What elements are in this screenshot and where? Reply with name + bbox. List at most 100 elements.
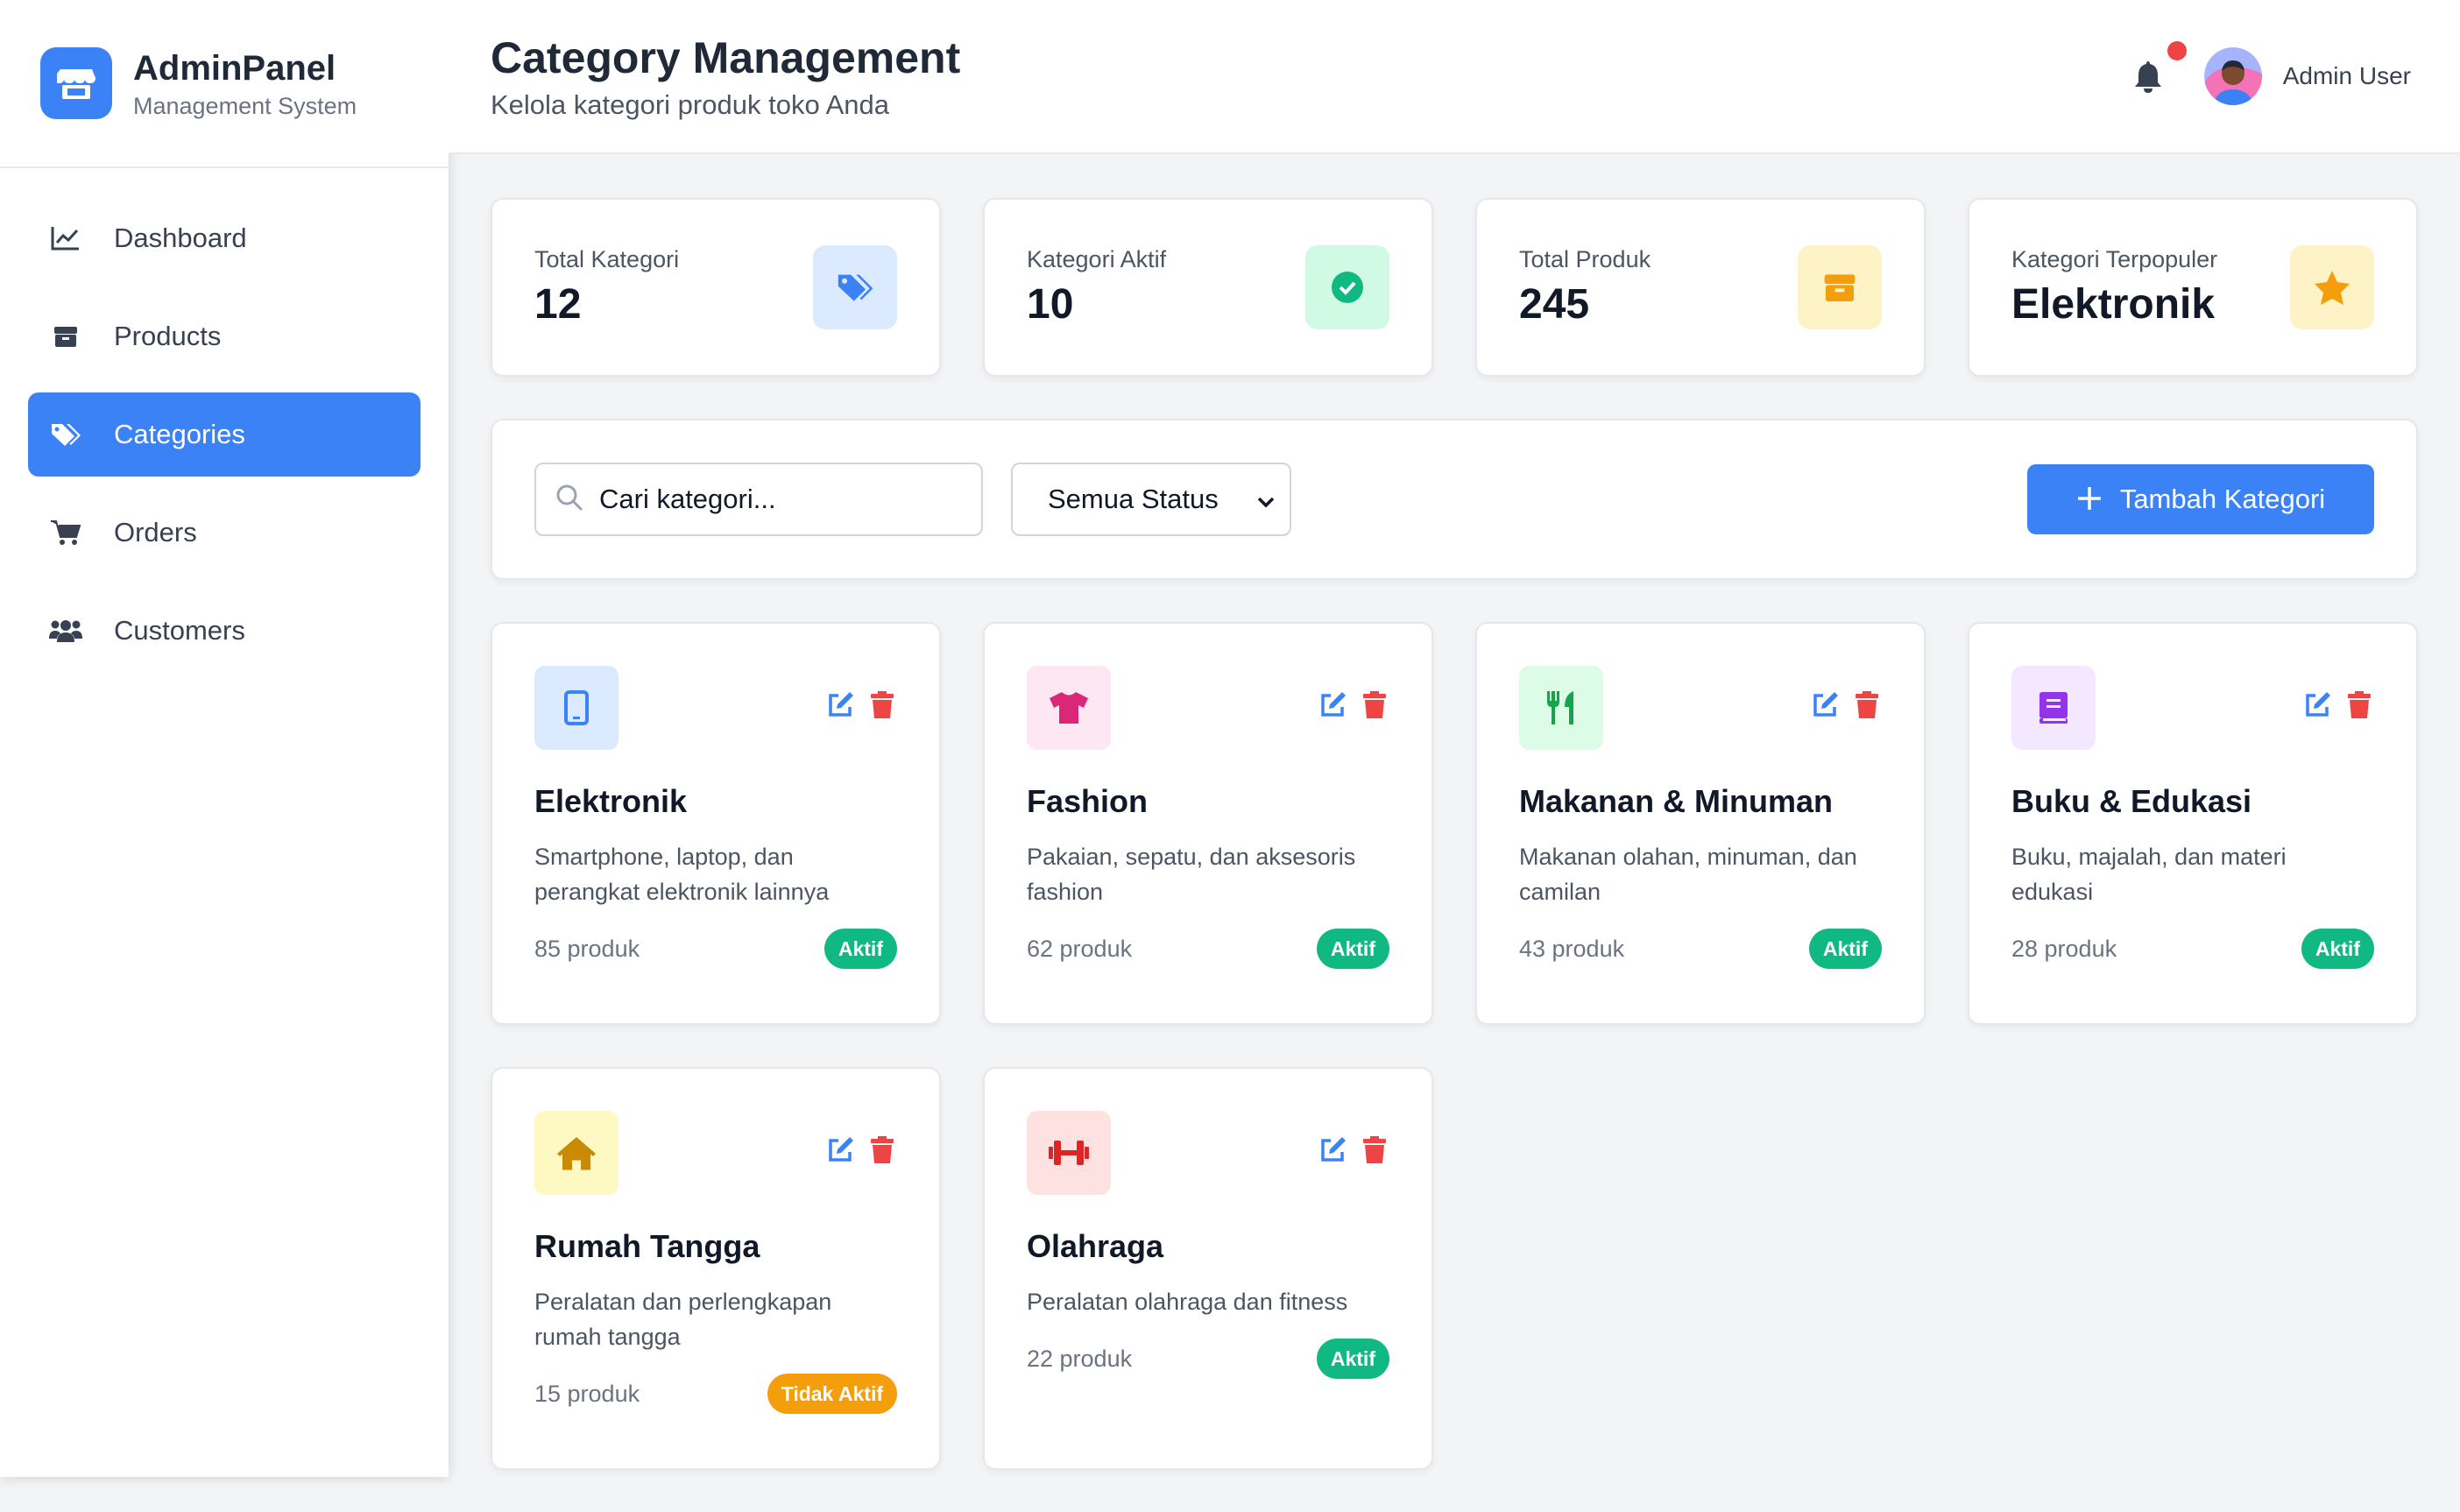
category-card: Buku & Edukasi Buku, majalah, dan materi… (1968, 622, 2418, 1025)
shopping-cart-icon (47, 514, 84, 551)
sidebar-item-dashboard[interactable]: Dashboard (28, 196, 421, 280)
dumbbell-icon (1027, 1111, 1111, 1195)
category-grid: Elektronik Smartphone, laptop, dan peran… (491, 622, 2418, 1470)
stat-value: Elektronik (2011, 281, 2216, 328)
category-name: Makanan & Minuman (1519, 783, 1834, 819)
page-title: Category Management (491, 33, 961, 82)
tags-icon (47, 416, 84, 453)
stat-card-active-categories: Kategori Aktif 10 (983, 198, 1433, 377)
tshirt-icon (1027, 666, 1111, 750)
category-description: Peralatan dan perlengkapan rumah tangga (534, 1289, 832, 1350)
notification-bell-icon[interactable] (2127, 41, 2187, 97)
box-icon (47, 318, 84, 355)
users-icon (47, 612, 84, 649)
category-card: Fashion Pakaian, sepatu, dan aksesoris f… (983, 622, 1433, 1025)
avatar[interactable] (2203, 47, 2262, 105)
category-card: Rumah Tangga Peralatan dan perlengkapan … (491, 1067, 941, 1470)
user-name[interactable]: Admin User (2283, 62, 2411, 90)
brand-title: AdminPanel (133, 48, 336, 88)
search-input[interactable]: Cari kategori... (534, 463, 983, 536)
sidebar-item-label: Categories (114, 419, 245, 449)
product-count: 28 produk (2011, 935, 2117, 962)
category-name: Elektronik (534, 783, 688, 819)
stat-value: 12 (534, 281, 582, 328)
stats-row: Total Kategori 12 Kategori Aktif 10 Tota… (491, 198, 2418, 377)
category-description: Makanan olahan, minuman, dan camilan (1519, 844, 1857, 905)
status-badge: Aktif (824, 929, 897, 969)
sidebar-item-products[interactable]: Products (28, 294, 421, 378)
edit-icon[interactable] (1810, 690, 1840, 720)
status-badge: Aktif (1808, 929, 1882, 969)
check-circle-icon (1305, 245, 1389, 329)
product-count: 22 produk (1027, 1345, 1133, 1372)
stat-label: Kategori Aktif (1027, 246, 1167, 272)
delete-icon[interactable] (867, 690, 897, 720)
store-icon (40, 47, 112, 119)
add-category-label: Tambah Kategori (2119, 484, 2326, 514)
chart-line-icon (47, 220, 84, 257)
stat-card-total-categories: Total Kategori 12 (491, 198, 941, 377)
sidebar-item-label: Dashboard (114, 223, 247, 253)
brand: AdminPanel Management System (0, 0, 449, 168)
delete-icon[interactable] (1852, 690, 1882, 720)
add-category-button[interactable]: Tambah Kategori (2027, 464, 2374, 534)
edit-icon[interactable] (825, 1135, 855, 1165)
tags-icon (813, 245, 897, 329)
search-icon (555, 484, 583, 516)
category-description: Smartphone, laptop, dan perangkat elektr… (534, 844, 830, 905)
category-card: Elektronik Smartphone, laptop, dan peran… (491, 622, 941, 1025)
edit-icon[interactable] (1318, 1135, 1347, 1165)
sidebar-item-label: Customers (114, 615, 245, 646)
edit-icon[interactable] (2302, 690, 2332, 720)
category-name: Fashion (1027, 783, 1149, 819)
utensils-icon (1519, 666, 1603, 750)
category-card: Makanan & Minuman Makanan olahan, minuma… (1475, 622, 1926, 1025)
stat-card-popular-category: Kategori Terpopuler Elektronik (1968, 198, 2418, 377)
category-description: Peralatan olahraga dan fitness (1027, 1289, 1348, 1315)
home-icon (534, 1111, 619, 1195)
sidebar-item-label: Orders (114, 517, 197, 548)
category-card: Olahraga Peralatan olahraga dan fitness … (983, 1067, 1433, 1470)
sidebar-item-customers[interactable]: Customers (28, 589, 421, 673)
category-name: Buku & Edukasi (2011, 783, 2252, 819)
sidebar-nav: Dashboard Products Categories Orders Cus… (0, 168, 449, 715)
stat-value: 10 (1027, 281, 1074, 328)
delete-icon[interactable] (1360, 1135, 1389, 1165)
sidebar-item-categories[interactable]: Categories (28, 392, 421, 477)
sidebar-item-orders[interactable]: Orders (28, 491, 421, 575)
status-filter-select[interactable]: Semua Status (1011, 463, 1291, 536)
stat-label: Total Kategori (534, 246, 680, 272)
star-icon (2290, 245, 2374, 329)
category-description: Buku, majalah, dan materi edukasi (2011, 844, 2287, 905)
sidebar-item-label: Products (114, 321, 222, 351)
brand-subtitle: Management System (133, 92, 357, 119)
status-badge: Tidak Aktif (767, 1374, 897, 1414)
filter-bar: Cari kategori... Semua Status Tambah Kat… (491, 419, 2418, 580)
stat-label: Total Produk (1519, 246, 1651, 272)
box-icon (1798, 245, 1882, 329)
category-name: Rumah Tangga (534, 1228, 760, 1264)
status-filter-value: Semua Status (1048, 484, 1219, 514)
edit-icon[interactable] (825, 690, 855, 720)
stat-value: 245 (1519, 281, 1590, 328)
top-header: Category Management Kelola kategori prod… (449, 0, 2460, 154)
status-badge: Aktif (1316, 929, 1389, 969)
search-placeholder: Cari kategori... (599, 484, 776, 514)
delete-icon[interactable] (867, 1135, 897, 1165)
book-icon (2011, 666, 2096, 750)
mobile-icon (534, 666, 619, 750)
stat-label: Kategori Terpopuler (2011, 246, 2218, 272)
delete-icon[interactable] (2344, 690, 2374, 720)
status-badge: Aktif (1316, 1339, 1389, 1379)
page-subtitle: Kelola kategori produk toko Anda (491, 89, 889, 120)
notification-dot (2167, 41, 2187, 60)
edit-icon[interactable] (1318, 690, 1347, 720)
delete-icon[interactable] (1360, 690, 1389, 720)
product-count: 15 produk (534, 1380, 640, 1407)
chevron-down-icon (1256, 484, 1276, 515)
status-badge: Aktif (2301, 929, 2374, 969)
product-count: 43 produk (1519, 935, 1625, 962)
category-name: Olahraga (1027, 1228, 1164, 1264)
plus-icon (2076, 480, 2103, 519)
category-description: Pakaian, sepatu, dan aksesoris fashion (1027, 844, 1356, 905)
